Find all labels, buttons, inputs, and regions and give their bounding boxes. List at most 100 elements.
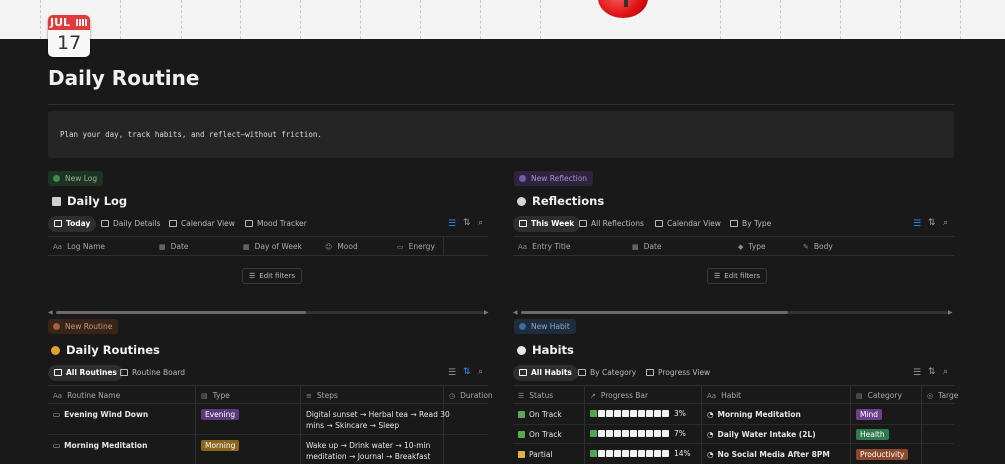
col-target[interactable]: ◎ Targe xyxy=(927,391,958,400)
category-tag: Productivity xyxy=(856,449,909,460)
category-tag: Health xyxy=(856,429,889,440)
col-log-name[interactable]: Aa Log Name xyxy=(53,242,105,251)
habit-icon: ◔ xyxy=(707,410,714,419)
horizontal-scrollbar[interactable] xyxy=(56,311,484,314)
horizontal-scrollbar[interactable] xyxy=(521,311,948,314)
target-icon xyxy=(517,346,526,355)
sort-icon[interactable]: ⇅ xyxy=(928,367,936,377)
tab-today[interactable]: Today xyxy=(48,216,97,232)
routines-tabs: All Routines Routine Board xyxy=(48,365,488,381)
progress-bar: 7% xyxy=(590,429,686,438)
filter-icon[interactable]: ☰ xyxy=(448,219,456,229)
plus-circle-icon xyxy=(53,175,60,182)
col-status[interactable]: ☰ Status xyxy=(518,391,553,400)
tab-all-habits[interactable]: All Habits xyxy=(513,365,578,381)
page-title[interactable]: Daily Routine xyxy=(48,66,199,90)
routine-steps: Digital sunset → Herbal tea → Read 30 min… xyxy=(306,410,450,430)
tab-calendar-view[interactable]: Calendar View xyxy=(163,216,241,232)
type-tag: Evening xyxy=(201,409,240,420)
status-badge: On Track xyxy=(518,430,562,439)
daily-log-heading[interactable]: Daily Log xyxy=(52,194,127,208)
filter-icon[interactable]: ☰ xyxy=(448,368,456,378)
habits-heading[interactable]: Habits xyxy=(517,343,574,357)
scroll-left-arrow[interactable]: ◀ xyxy=(48,309,53,316)
col-steps[interactable]: ≡ Steps xyxy=(306,391,338,400)
routine-name[interactable]: ▭ Evening Wind Down xyxy=(53,410,148,419)
col-duration[interactable]: ◷ Duration xyxy=(449,391,493,400)
habits-tabs: All Habits By Category Progress View xyxy=(513,365,953,381)
col-body[interactable]: ✎ Body xyxy=(803,242,833,251)
calendar-month: JUL xyxy=(50,16,71,29)
tab-mood-tracker[interactable]: Mood Tracker xyxy=(239,216,313,232)
edit-filters-button[interactable]: ☰ Edit filters xyxy=(707,268,767,284)
habit-name[interactable]: ◔ No Social Media After 8PM xyxy=(707,450,830,459)
plus-circle-icon xyxy=(519,175,526,182)
new-habit-button[interactable]: New Habit xyxy=(514,319,576,334)
sort-icon[interactable]: ⇅ xyxy=(463,218,471,228)
progress-bar: 3% xyxy=(590,409,686,418)
reflections-heading[interactable]: Reflections xyxy=(517,194,604,208)
status-badge: Partial xyxy=(518,450,553,459)
tab-progress-view[interactable]: Progress View xyxy=(640,365,716,381)
routine-steps: Wake up → Drink water → 10-min meditation… xyxy=(306,441,431,461)
reflections-tabs: This Week All Reflections Calendar View … xyxy=(513,216,953,232)
page-icon: ▭ xyxy=(53,441,61,450)
plus-circle-icon xyxy=(519,323,526,330)
tab-this-week[interactable]: This Week xyxy=(513,216,581,232)
tab-all-reflections[interactable]: All Reflections xyxy=(573,216,650,232)
routine-name[interactable]: ▭ Morning Meditation xyxy=(53,441,147,450)
search-icon[interactable]: ⌕ xyxy=(943,367,948,377)
col-type[interactable]: ▤ Type xyxy=(201,391,230,400)
habit-name[interactable]: ◔ Morning Meditation xyxy=(707,410,801,419)
description-block[interactable]: Plan your day, track habits, and reflect… xyxy=(48,111,954,158)
tab-daily-details[interactable]: Daily Details xyxy=(95,216,166,232)
col-routine-name[interactable]: Aa Routine Name xyxy=(53,391,120,400)
col-entry-title[interactable]: Aa Entry Title xyxy=(518,242,571,251)
new-routine-button[interactable]: New Routine xyxy=(48,319,119,334)
daily-log-tabs: Today Daily Details Calendar View Mood T… xyxy=(48,216,488,232)
col-category[interactable]: ▤ Category xyxy=(856,391,902,400)
filter-icon[interactable]: ☰ xyxy=(913,219,921,229)
page-icon: ▭ xyxy=(53,410,61,419)
col-mood[interactable]: ☺ Mood xyxy=(325,242,358,251)
search-icon[interactable]: ⌕ xyxy=(943,218,948,228)
edit-filters-button[interactable]: ☰ Edit filters xyxy=(242,268,302,284)
plus-circle-icon xyxy=(53,323,60,330)
category-tag: Mind xyxy=(856,409,883,420)
filter-icon[interactable]: ☰ xyxy=(913,368,921,378)
scroll-right-arrow[interactable]: ▶ xyxy=(948,309,953,316)
col-date[interactable]: ▦ Date xyxy=(159,242,189,251)
search-icon[interactable]: ⌕ xyxy=(478,218,483,228)
tab-routine-board[interactable]: Routine Board xyxy=(114,365,191,381)
tab-by-type[interactable]: By Type xyxy=(724,216,777,232)
col-progress-bar[interactable]: ↗ Progress Bar xyxy=(590,391,648,400)
tab-all-routines[interactable]: All Routines xyxy=(48,365,123,381)
sort-icon[interactable]: ⇅ xyxy=(463,367,471,377)
col-day-of-week[interactable]: ▦ Day of Week xyxy=(243,242,302,251)
habit-name[interactable]: ◔ Daily Water Intake (2L) xyxy=(707,430,816,439)
habit-icon: ◔ xyxy=(707,450,714,459)
divider xyxy=(48,104,954,105)
tab-by-category[interactable]: By Category xyxy=(572,365,642,381)
sort-icon[interactable]: ⇅ xyxy=(928,218,936,228)
col-type[interactable]: ◆ Type xyxy=(738,242,766,251)
new-reflection-button[interactable]: New Reflection xyxy=(514,171,594,186)
tab-calendar-view[interactable]: Calendar View xyxy=(649,216,727,232)
scroll-right-arrow[interactable]: ▶ xyxy=(484,309,489,316)
sparkle-icon xyxy=(51,346,60,355)
search-icon[interactable]: ⌕ xyxy=(478,367,483,377)
notebook-icon xyxy=(52,197,61,206)
col-energy[interactable]: ▭ Energy xyxy=(397,242,435,251)
calendar-page-icon[interactable]: JUL 17 xyxy=(48,15,90,57)
col-habit[interactable]: Aa Habit xyxy=(707,391,741,400)
progress-bar: 14% xyxy=(590,449,691,458)
new-log-button[interactable]: New Log xyxy=(48,171,104,186)
cover-image xyxy=(0,0,1005,39)
status-badge: On Track xyxy=(518,410,562,419)
type-tag: Morning xyxy=(201,440,240,451)
calendar-day: 17 xyxy=(57,32,82,54)
habit-icon: ◔ xyxy=(707,430,714,439)
routines-heading[interactable]: Daily Routines xyxy=(51,343,160,357)
scroll-left-arrow[interactable]: ◀ xyxy=(513,309,518,316)
col-date[interactable]: ▦ Date xyxy=(632,242,662,251)
